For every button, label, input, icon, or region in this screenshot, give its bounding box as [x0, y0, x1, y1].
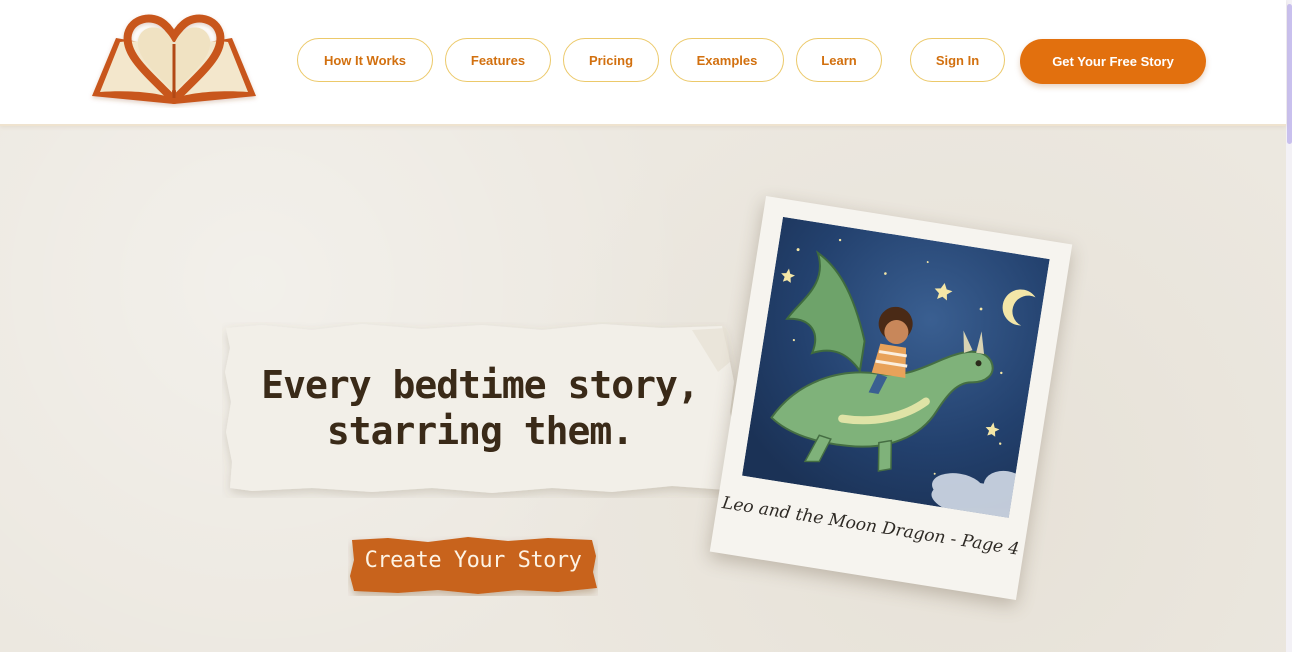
- get-free-story-button[interactable]: Get Your Free Story: [1020, 39, 1206, 84]
- headline-line-1: Every bedtime story,: [261, 363, 700, 407]
- nav-features[interactable]: Features: [445, 38, 551, 82]
- nav-learn[interactable]: Learn: [796, 38, 882, 82]
- nav-examples[interactable]: Examples: [670, 38, 784, 82]
- headline-line-2: starring them.: [326, 409, 634, 453]
- sign-in-label: Sign In: [935, 52, 980, 68]
- site-header: How It Works Features Pricing Examples L…: [0, 0, 1286, 126]
- scrollbar-thumb[interactable]: [1287, 4, 1292, 144]
- sign-in-button[interactable]: Sign In: [910, 38, 1005, 82]
- hero-headline: Every bedtime story, starring them.: [230, 362, 730, 454]
- story-polaroid: Leo and the Moon Dragon - Page 4: [709, 195, 1073, 601]
- nav-features-label: Features: [470, 52, 526, 68]
- book-heart-logo-icon[interactable]: [86, 12, 262, 108]
- get-free-story-label: Get Your Free Story: [1052, 54, 1174, 69]
- nav-pricing-label: Pricing: [588, 52, 634, 68]
- dragon-illustration: [742, 216, 1050, 518]
- nav-learn-label: Learn: [821, 52, 857, 68]
- nav-pricing[interactable]: Pricing: [563, 38, 659, 82]
- nav-how-it-works[interactable]: How It Works: [297, 38, 433, 82]
- nav-how-it-works-label: How It Works: [323, 52, 407, 68]
- nav-examples-label: Examples: [696, 52, 758, 68]
- create-story-button[interactable]: [348, 536, 598, 596]
